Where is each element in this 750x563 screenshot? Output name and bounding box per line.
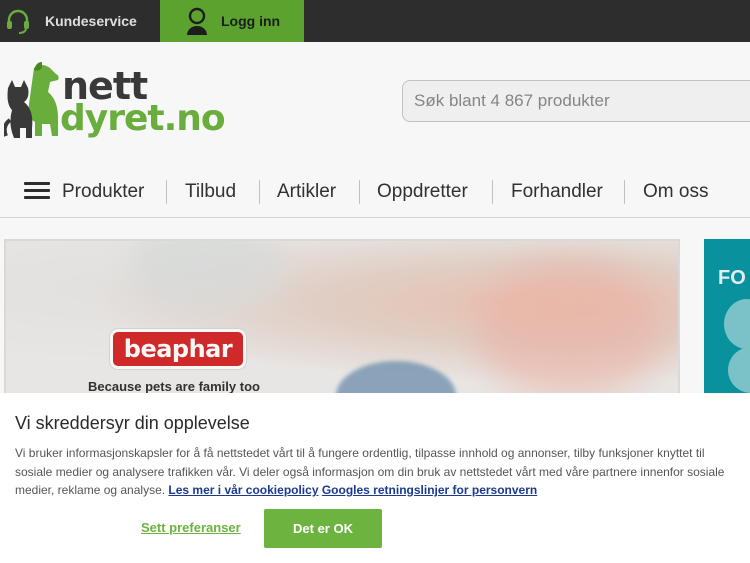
- main-nav: Produkter Tilbud Artikler Oppdretter For…: [0, 166, 750, 218]
- banner-background: [126, 241, 286, 311]
- nav-separator: [492, 180, 493, 204]
- side-banner-decoration: [724, 299, 750, 349]
- customer-service-label: Kundeservice: [45, 13, 137, 29]
- banner-background: [476, 261, 666, 397]
- user-icon: [187, 7, 207, 35]
- hamburger-menu-icon[interactable]: [24, 182, 50, 200]
- side-banner-text: FO: [718, 267, 746, 289]
- nav-item-tilbud[interactable]: Tilbud: [185, 181, 236, 203]
- set-preferences-link[interactable]: Sett preferanser: [141, 520, 241, 535]
- nav-item-artikler[interactable]: Artikler: [277, 181, 336, 203]
- cookie-policy-link[interactable]: Les mer i vår cookiepolicy: [168, 483, 318, 497]
- nav-item-oppdretter[interactable]: Oppdretter: [377, 181, 468, 203]
- cookie-text: Vi bruker informasjonskapsler for å få n…: [15, 444, 735, 500]
- customer-service-link[interactable]: Kundeservice: [0, 0, 160, 42]
- top-bar: Kundeservice Logg inn: [0, 0, 750, 42]
- accept-cookies-button[interactable]: Det er OK: [264, 509, 382, 548]
- cookie-consent-panel: Vi skreddersyr din opplevelse Vi bruker …: [0, 393, 750, 563]
- nav-separator: [624, 180, 625, 204]
- banner-tagline: Because pets are family too: [88, 379, 260, 394]
- search-box[interactable]: [402, 80, 750, 122]
- nav-item-om-oss[interactable]: Om oss: [643, 181, 708, 203]
- cookie-title: Vi skreddersyr din opplevelse: [15, 413, 250, 433]
- promo-banner[interactable]: beaphar Because pets are family too: [4, 239, 680, 399]
- google-privacy-link[interactable]: Googles retningslinjer for personvern: [322, 483, 537, 497]
- nav-item-produkter[interactable]: Produkter: [62, 181, 144, 203]
- login-label: Logg inn: [221, 13, 281, 29]
- login-button[interactable]: Logg inn: [160, 0, 304, 42]
- nav-item-forhandler[interactable]: Forhandler: [511, 181, 603, 203]
- logo-text-line2: dyret.no: [60, 98, 226, 139]
- search-input[interactable]: [403, 81, 750, 121]
- nav-separator: [166, 180, 167, 204]
- headset-icon: [7, 9, 29, 34]
- nav-separator: [259, 180, 260, 204]
- nav-separator: [359, 180, 360, 204]
- side-banner[interactable]: FO: [704, 239, 750, 399]
- side-banner-decoration: [728, 347, 750, 393]
- beaphar-logo: beaphar: [110, 329, 246, 369]
